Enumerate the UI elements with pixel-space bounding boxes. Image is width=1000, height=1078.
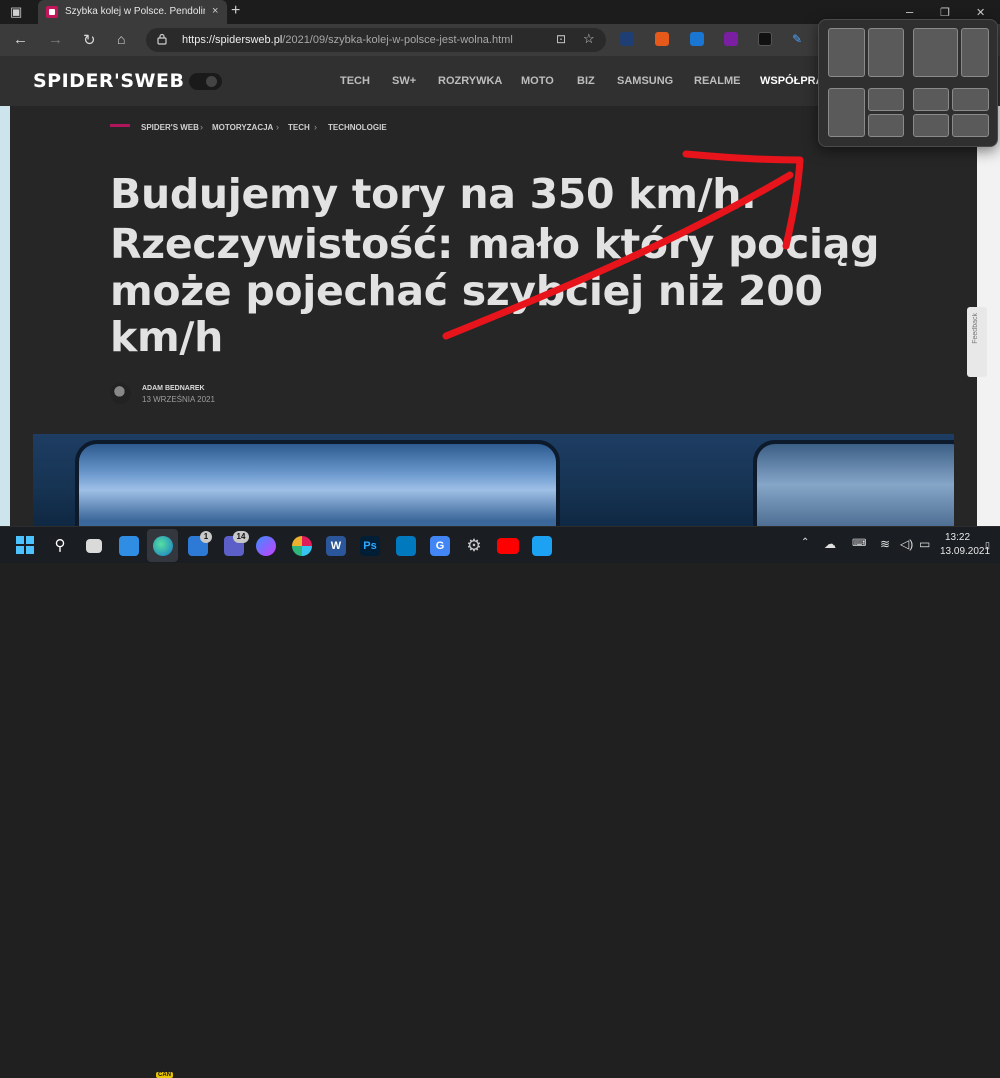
onedrive-cloud-icon[interactable]: ☁: [824, 537, 836, 551]
snap-zone[interactable]: [868, 114, 904, 137]
twitter-icon[interactable]: [532, 536, 552, 556]
taskbar-clock-time[interactable]: 13:22: [945, 532, 970, 543]
breadcrumb-item[interactable]: TECHNOLOGIE: [328, 123, 387, 132]
start-icon[interactable]: [16, 536, 34, 554]
nav-wspolpraca[interactable]: WSPÓŁPRA: [760, 75, 824, 87]
tab-actions-icon[interactable]: ▣: [10, 4, 22, 20]
snap-zone[interactable]: [952, 114, 989, 137]
extension-onenote-icon[interactable]: [724, 32, 738, 46]
minimize-button[interactable]: –: [906, 4, 913, 19]
windows-taskbar: ⚲ CAN 1 14 W Ps G ⚙ ⌃ ☁ ⌨ ≋ ◁) ▭ ▯: [0, 526, 1000, 1078]
forward-icon[interactable]: →: [48, 31, 63, 48]
edge-canary-label: CAN: [156, 1072, 173, 1078]
nav-moto[interactable]: MOTO: [521, 75, 554, 87]
snap-zone[interactable]: [961, 28, 989, 77]
publish-date: 13 WRZEŚNIA 2021: [142, 395, 215, 404]
messenger-icon[interactable]: [256, 536, 276, 556]
youtube-icon[interactable]: [497, 538, 519, 554]
chevron-right-icon: ›: [276, 122, 279, 132]
tab-close-icon[interactable]: ×: [212, 5, 218, 17]
breadcrumb-item[interactable]: TECH: [288, 123, 310, 132]
headline-line: może pojechać szybciej niż 200: [110, 267, 823, 315]
slack-icon[interactable]: [292, 536, 312, 556]
headline-line: Rzeczywistość: mało który pociąg: [110, 220, 880, 268]
chevron-right-icon: ›: [314, 122, 317, 132]
extension-office-icon[interactable]: [655, 32, 669, 46]
breadcrumb-item[interactable]: SPIDER'S WEB: [141, 123, 199, 132]
feedback-tab[interactable]: Feedback: [967, 307, 987, 377]
photoshop-icon[interactable]: Ps: [360, 536, 380, 556]
keyboard-icon[interactable]: ⌨: [852, 538, 866, 549]
new-tab-button[interactable]: +: [231, 2, 240, 20]
train-window-image: [753, 440, 954, 526]
reader-view-icon[interactable]: ⊡: [556, 32, 566, 46]
snap-layouts-flyout: [818, 19, 998, 147]
site-logo[interactable]: SPIDER'SWEB: [33, 70, 184, 92]
widgets-icon[interactable]: [119, 536, 139, 556]
train-window-image: [75, 440, 560, 526]
url-text: https://spidersweb.pl/2021/09/szybka-kol…: [182, 34, 513, 46]
nav-biz[interactable]: BIZ: [577, 75, 595, 87]
show-hidden-icons-chevron-icon[interactable]: ⌃: [801, 537, 809, 548]
search-icon[interactable]: ⚲: [50, 536, 70, 556]
restore-button[interactable]: ❐: [940, 6, 950, 19]
task-view-icon[interactable]: [86, 539, 102, 553]
nav-samsung[interactable]: SAMSUNG: [617, 75, 673, 87]
taskbar-clock-date[interactable]: 13.09.2021: [940, 546, 990, 557]
close-window-button[interactable]: ✕: [976, 6, 985, 19]
snap-zone[interactable]: [868, 88, 904, 111]
lock-icon[interactable]: [157, 33, 167, 45]
nav-sw-plus[interactable]: SW+: [392, 75, 416, 87]
snap-zone[interactable]: [913, 88, 949, 111]
hero-image: [33, 434, 954, 526]
nav-rozrywka[interactable]: ROZRYWKA: [438, 75, 502, 87]
extension-shield-icon[interactable]: [620, 32, 634, 46]
headline-line: km/h: [110, 313, 223, 361]
snap-zone[interactable]: [868, 28, 904, 77]
wifi-icon[interactable]: ≋: [880, 537, 890, 551]
translate-icon[interactable]: G: [430, 536, 450, 556]
snap-zone[interactable]: [828, 88, 865, 137]
dark-mode-toggle[interactable]: [189, 73, 222, 90]
breadcrumb-accent: [110, 124, 130, 127]
volume-icon[interactable]: ◁): [900, 537, 913, 551]
snap-zone[interactable]: [828, 28, 865, 77]
snap-zone[interactable]: [913, 28, 958, 77]
extension-calendar-icon[interactable]: [690, 32, 704, 46]
author-avatar[interactable]: [110, 383, 131, 404]
nav-tech[interactable]: TECH: [340, 75, 370, 87]
browser-tab-active[interactable]: Szybka kolej w Polsce. Pendolino ×: [38, 0, 227, 24]
page-edge-left: [0, 106, 10, 526]
chevron-right-icon: ›: [200, 122, 203, 132]
author-name[interactable]: ADAM BEDNAREK: [142, 385, 205, 392]
snap-zone[interactable]: [952, 88, 989, 111]
trello-icon[interactable]: [396, 536, 416, 556]
back-icon[interactable]: ←: [13, 31, 28, 48]
snap-zone[interactable]: [913, 114, 949, 137]
nav-realme[interactable]: REALME: [694, 75, 740, 87]
breadcrumb-item[interactable]: MOTORYZACJA: [212, 123, 273, 132]
battery-icon[interactable]: ▭: [919, 537, 930, 551]
refresh-icon[interactable]: ↻: [83, 31, 96, 49]
word-icon[interactable]: W: [326, 536, 346, 556]
add-favorite-icon[interactable]: ☆: [583, 31, 595, 47]
address-bar[interactable]: https://spidersweb.pl/2021/09/szybka-kol…: [146, 28, 606, 52]
extension-camera-icon[interactable]: [758, 32, 772, 46]
edge-canary-icon[interactable]: [153, 536, 173, 556]
headline-line: Budujemy tory na 350 km/h.: [110, 170, 757, 218]
teams-badge: 14: [233, 531, 249, 543]
site-favicon-icon: [46, 6, 58, 18]
tab-title: Szybka kolej w Polsce. Pendolino: [65, 6, 205, 17]
settings-gear-icon[interactable]: ⚙: [464, 536, 484, 556]
extension-pen-icon[interactable]: ✎: [792, 32, 806, 46]
home-icon[interactable]: ⌂: [117, 31, 125, 47]
mail-badge: 1: [200, 531, 212, 543]
